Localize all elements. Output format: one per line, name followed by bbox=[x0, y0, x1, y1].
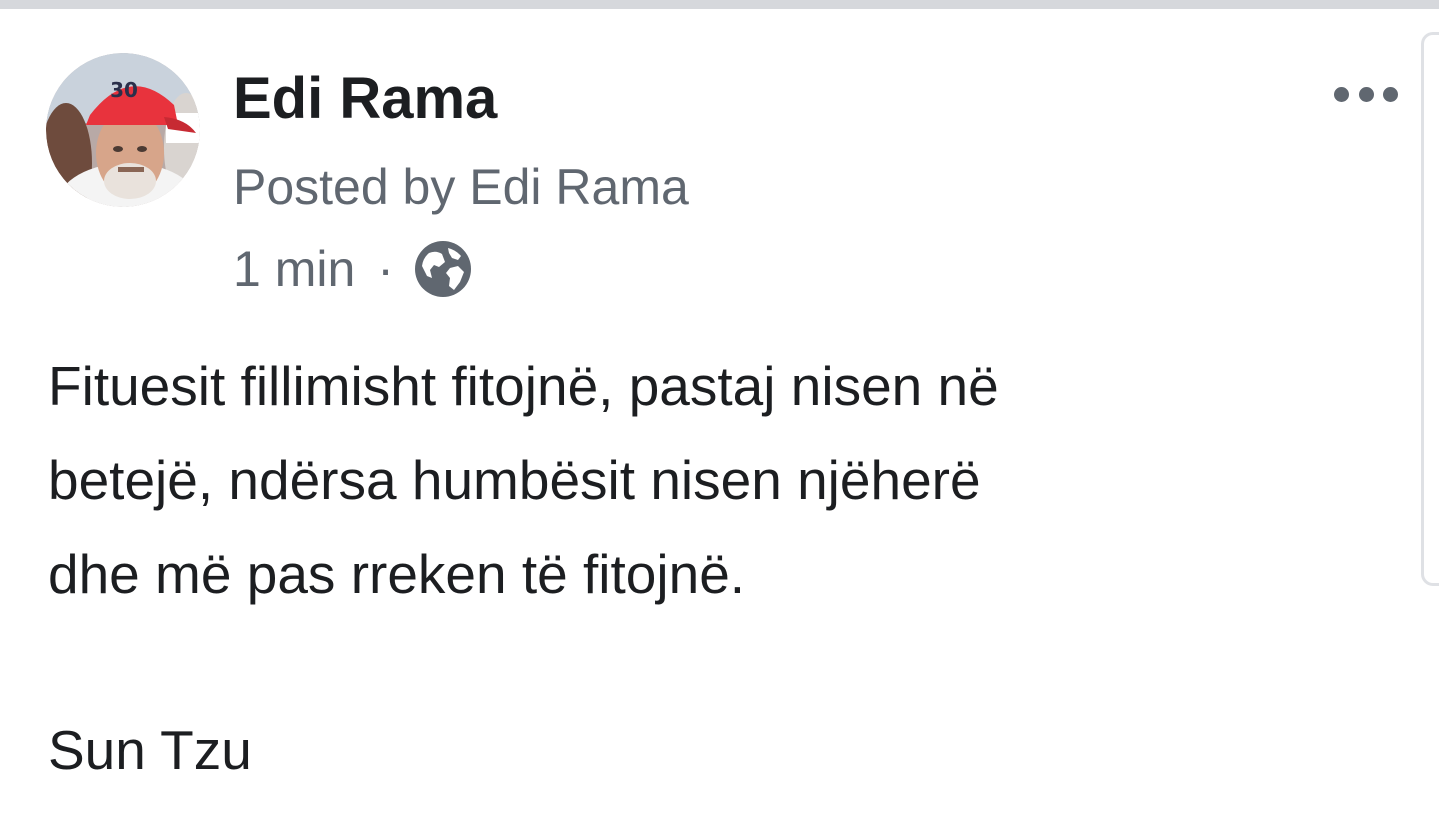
more-options-icon[interactable] bbox=[1334, 84, 1398, 104]
more-dot bbox=[1383, 86, 1398, 102]
adjacent-card-edge[interactable] bbox=[1421, 32, 1439, 586]
more-dot bbox=[1334, 86, 1349, 102]
more-dot bbox=[1358, 86, 1374, 102]
post-body: Fituesit fillimisht fitojnë, pastaj nise… bbox=[48, 339, 1388, 621]
post-signature: Sun Tzu bbox=[48, 719, 252, 781]
post-text-line: betejë, ndërsa humbësit nisen njëherë bbox=[48, 449, 981, 511]
top-divider-bar bbox=[0, 0, 1439, 9]
author-name[interactable]: Edi Rama bbox=[233, 64, 497, 134]
post-time[interactable]: 1 min bbox=[233, 237, 355, 301]
facebook-post-screen: 30 Edi Rama Posted by Edi Rama 1 min · F… bbox=[0, 0, 1439, 839]
post-meta: 1 min · bbox=[233, 237, 474, 301]
posted-by-label: Posted by Edi Rama bbox=[233, 159, 689, 215]
avatar[interactable]: 30 bbox=[46, 53, 200, 207]
post-text-line: dhe më pas rreken të fitojnë. bbox=[48, 543, 746, 605]
avatar-photo: 30 bbox=[46, 53, 200, 207]
globe-icon[interactable] bbox=[412, 238, 474, 300]
meta-separator: · bbox=[377, 241, 394, 297]
cap-number: 30 bbox=[110, 78, 138, 102]
post-text-line: Fituesit fillimisht fitojnë, pastaj nise… bbox=[48, 355, 999, 417]
